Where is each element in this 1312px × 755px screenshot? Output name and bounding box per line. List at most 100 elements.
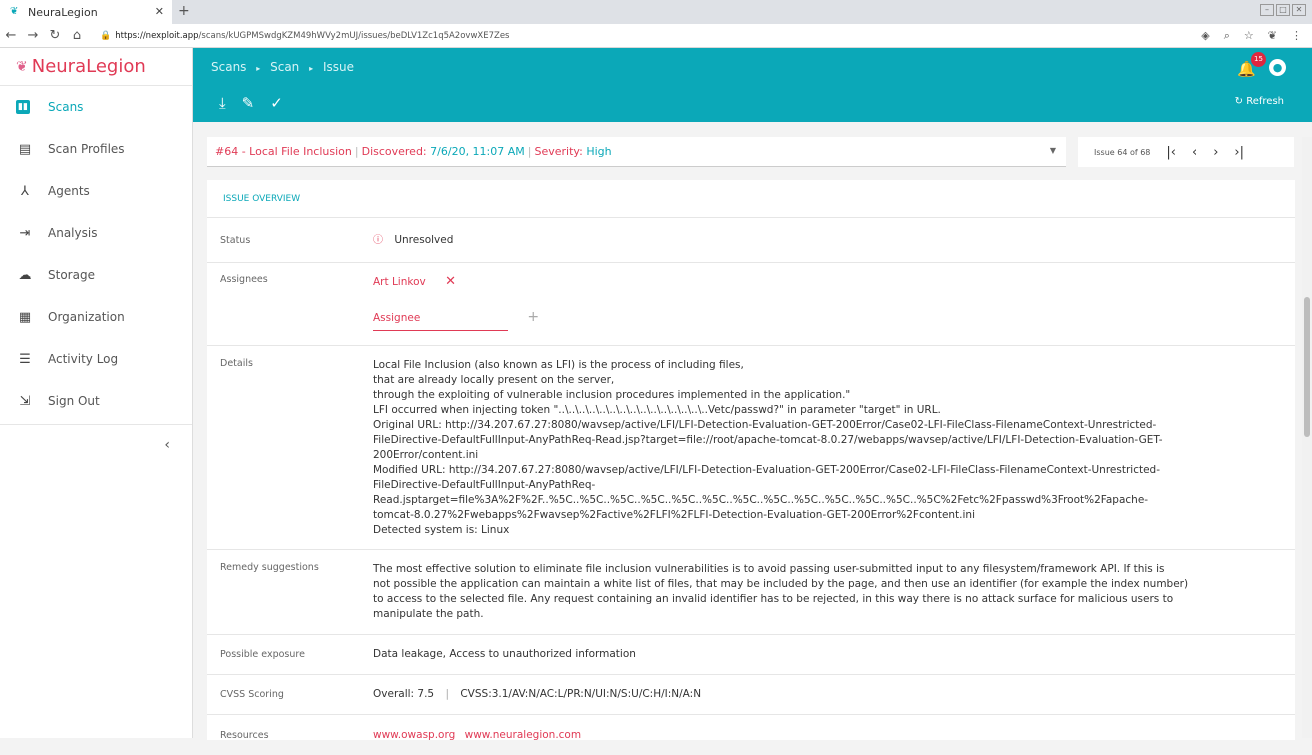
previous-page-icon[interactable]: ‹ [1192, 145, 1197, 160]
add-assignee-icon[interactable]: + [527, 309, 539, 325]
sidebar-item-label: Activity Log [48, 352, 119, 366]
sidebar-item-activity-log[interactable]: ☰ Activity Log [0, 338, 192, 380]
remedy-line: manipulate the path. [373, 608, 484, 620]
resource-link-neuralegion[interactable]: www.neuralegion.com [465, 729, 581, 741]
sidebar-item-storage[interactable]: ☁ Storage [0, 254, 192, 296]
scrollbar-thumb[interactable] [1304, 297, 1310, 437]
remedy-line: to access to the selected file. Any requ… [373, 593, 1174, 605]
issue-selector[interactable]: #64 - Local File Inclusion | Discovered:… [207, 137, 1066, 167]
details-line: Read.jsptarget=file%3A%2F%2F..%5C..%5C..… [373, 494, 1149, 506]
sidebar-item-scans[interactable]: ▮▮ Scans [0, 86, 192, 128]
sidebar-item-label: Agents [48, 184, 90, 198]
remedy-value: The most effective solution to eliminate… [373, 562, 1295, 622]
issue-actions: ⤓ ✎ ✓ [219, 94, 283, 112]
download-icon[interactable]: ⤓ [219, 94, 226, 112]
assignee-input[interactable]: Assignee [373, 311, 508, 331]
status-value-cell[interactable]: ⓘ Unresolved [373, 233, 1295, 248]
details-row: Details Local File Inclusion (also known… [207, 346, 1295, 550]
forward-icon[interactable]: → [22, 28, 44, 43]
profile-icon[interactable]: ⋮ [1291, 29, 1302, 43]
sidebar-item-sign-out[interactable]: ⇲ Sign Out [0, 380, 192, 422]
cloud-icon: ☁ [18, 267, 32, 283]
refresh-label: Refresh [1246, 96, 1284, 107]
exposure-label: Possible exposure [220, 649, 305, 660]
sidebar-item-scan-profiles[interactable]: ▤ Scan Profiles [0, 128, 192, 170]
details-line: FileDirective-DefaultFullInput-AnyPathRe… [373, 434, 1163, 446]
refresh-button[interactable]: ↻ Refresh [1235, 96, 1284, 107]
status-value: Unresolved [394, 233, 454, 246]
issue-pager: Issue 64 of 68 |‹ ‹ › ›| [1078, 137, 1294, 167]
back-icon[interactable]: ← [0, 28, 22, 43]
severity-label: Severity: [534, 145, 583, 158]
sidebar-item-label: Analysis [48, 226, 98, 240]
collapse-sidebar-button[interactable]: ‹ [0, 425, 192, 465]
sidebar-item-agents[interactable]: ⅄ Agents [0, 170, 192, 212]
breadcrumb-separator-icon: ▸ [309, 64, 314, 73]
breadcrumb-scans[interactable]: Scans [211, 60, 246, 74]
window-controls: – □ ✕ [1260, 4, 1306, 16]
resources-value: www.owasp.org www.neuralegion.com [373, 728, 1295, 743]
new-tab-icon[interactable]: + [178, 3, 190, 19]
sidebar-item-analysis[interactable]: ⇥ Analysis [0, 212, 192, 254]
discovered-value: 7/6/20, 11:07 AM [430, 145, 525, 158]
details-line: through the exploiting of vulnerable inc… [373, 389, 851, 401]
logo[interactable]: ❦ NeuraLegion [0, 48, 192, 86]
assignees-label: Assignees [220, 274, 268, 285]
assignees-value: Art Linkov ✕ Assignee + [373, 274, 1295, 345]
first-page-icon[interactable]: |‹ [1166, 145, 1176, 160]
remove-assignee-icon[interactable]: ✕ [445, 274, 456, 289]
details-line: tomcat-8.0.27%2Fwebapps%2Fwavsep%2Factiv… [373, 509, 975, 521]
exposure-row: Possible exposure Data leakage, Access t… [207, 635, 1295, 675]
browser-tabbar: ❦ NeuraLegion ✕ + – □ ✕ [0, 0, 1312, 24]
chevron-left-icon: ‹ [164, 437, 170, 453]
browser-tab[interactable]: ❦ NeuraLegion ✕ [0, 0, 172, 24]
bookmark-star-icon[interactable]: ☆ [1244, 29, 1254, 43]
sidebar: ❦ NeuraLegion ▮▮ Scans ▤ Scan Profiles ⅄… [0, 48, 193, 738]
building-icon: ▦ [18, 309, 32, 325]
remedy-label: Remedy suggestions [220, 562, 319, 573]
list-icon: ☰ [19, 351, 31, 367]
card-heading: ISSUE OVERVIEW [207, 180, 1295, 218]
home-icon[interactable]: ⌂ [66, 28, 88, 43]
edit-icon[interactable]: ✎ [242, 94, 255, 112]
tab-title: NeuraLegion [28, 5, 98, 19]
resource-link-owasp[interactable]: www.owasp.org [373, 729, 455, 741]
window-close-icon[interactable]: ✕ [1292, 4, 1306, 16]
sidebar-item-label: Storage [48, 268, 95, 282]
bar-chart-icon: ▮▮ [16, 100, 30, 114]
sign-out-icon: ⇲ [19, 393, 31, 409]
agents-icon: ⅄ [21, 183, 29, 199]
maximize-icon[interactable]: □ [1276, 4, 1290, 16]
url-field[interactable]: 🔒 https://nexploit.app /scans/kUGPMSwdgK… [100, 31, 509, 41]
details-line: Detected system is: Linux [373, 524, 510, 536]
next-page-icon[interactable]: › [1213, 145, 1218, 160]
user-account-icon[interactable]: ● [1269, 59, 1286, 76]
discovered-label: Discovered: [361, 145, 427, 158]
notification-count-badge: 15 [1251, 52, 1266, 67]
neuralegion-extension-icon[interactable]: ❦ [1268, 29, 1277, 43]
breadcrumb-scan[interactable]: Scan [270, 60, 299, 74]
resolve-check-icon[interactable]: ✓ [270, 94, 283, 112]
sidebar-item-label: Organization [48, 310, 125, 324]
resources-row: Resources www.owasp.org www.neuralegion.… [207, 715, 1295, 755]
reload-icon[interactable]: ↻ [44, 28, 66, 43]
last-page-icon[interactable]: ›| [1234, 145, 1244, 160]
dropdown-arrow-icon: ▼ [1049, 146, 1056, 155]
sidebar-item-organization[interactable]: ▦ Organization [0, 296, 192, 338]
cvss-vector: CVSS:3.1/AV:N/AC:L/PR:N/UI:N/S:U/C:H/I:N… [460, 688, 702, 700]
sidebar-item-label: Sign Out [48, 394, 100, 408]
zoom-icon[interactable]: ⌕ [1224, 29, 1230, 43]
cvss-row: CVSS Scoring Overall: 7.5 | CVSS:3.1/AV:… [207, 675, 1295, 715]
assignees-row: Assignees Art Linkov ✕ Assignee + [207, 263, 1295, 346]
minimize-icon[interactable]: – [1260, 4, 1274, 16]
tab-close-icon[interactable]: ✕ [155, 5, 164, 18]
details-line: Modified URL: http://34.207.67.27:8080/w… [373, 464, 1161, 476]
separator: | [445, 688, 449, 700]
page-scrollbar[interactable] [1302, 137, 1312, 738]
remedy-row: Remedy suggestions The most effective so… [207, 550, 1295, 635]
details-line: LFI occurred when injecting token "..\..… [373, 404, 941, 416]
separator: | [354, 145, 359, 158]
details-line: 200Error/content.ini [373, 449, 479, 461]
extension-icon[interactable]: ◈ [1201, 29, 1209, 43]
neuralegion-favicon-icon: ❦ [10, 6, 19, 17]
